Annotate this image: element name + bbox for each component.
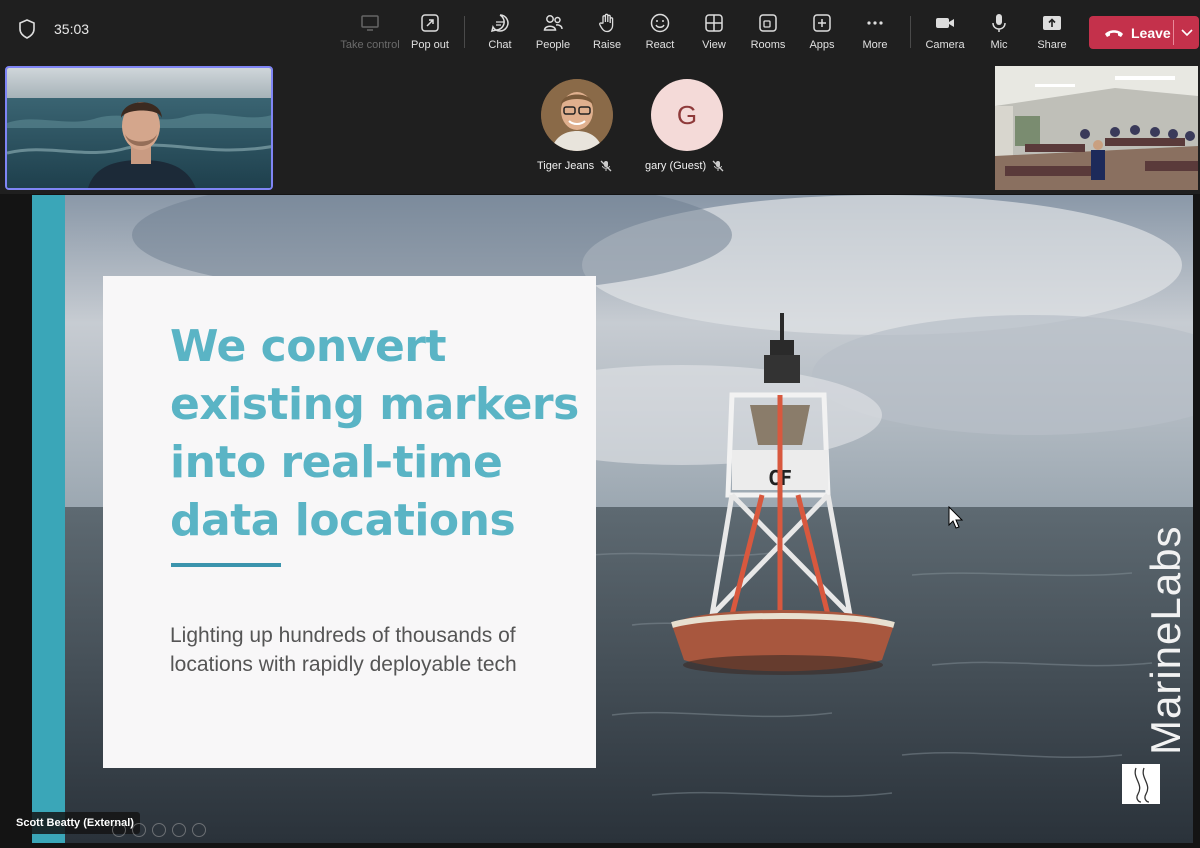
leave-button[interactable]: Leave — [1089, 16, 1199, 49]
camera-icon — [936, 18, 954, 28]
react-button[interactable]: React — [630, 12, 690, 51]
mouse-cursor-icon — [948, 506, 964, 529]
pop-out-button[interactable]: Pop out — [400, 12, 460, 51]
headline-underline — [171, 563, 281, 567]
control-icon[interactable] — [172, 823, 186, 837]
mic-off-icon — [600, 160, 612, 172]
slide-accent-bar — [32, 195, 65, 843]
chevron-down-icon[interactable] — [1177, 22, 1197, 42]
room-video-feed — [995, 66, 1198, 190]
mic-icon — [992, 14, 1006, 32]
meeting-info: 35:03 — [18, 19, 89, 39]
slide-headline: We convert existing markers into real-ti… — [170, 321, 579, 546]
more-icon — [867, 21, 883, 25]
chat-button[interactable]: Chat — [470, 12, 530, 51]
slide-text-card: We convert existing markers into real-ti… — [103, 276, 596, 768]
share-icon — [1043, 16, 1061, 30]
gary-guest-avatar[interactable]: G — [651, 79, 723, 151]
rooms-button[interactable]: Rooms — [738, 12, 798, 51]
tiger-jeans-avatar[interactable] — [541, 79, 613, 151]
apps-button[interactable]: Apps — [792, 12, 852, 51]
avatar-initial: G — [676, 99, 698, 130]
chat-icon — [490, 14, 509, 33]
more-button[interactable]: More — [845, 12, 905, 51]
conference-room-video-tile[interactable] — [995, 66, 1198, 190]
view-button[interactable]: View — [684, 12, 744, 51]
hang-up-icon — [1105, 29, 1123, 37]
plus-icon — [813, 14, 831, 32]
brand-logo-icon — [1122, 764, 1160, 804]
presentation-controls[interactable] — [112, 823, 206, 837]
control-icon[interactable] — [112, 823, 126, 837]
control-icon[interactable] — [192, 823, 206, 837]
wave-logo-icon — [1134, 767, 1150, 803]
shield-icon — [19, 19, 35, 39]
control-icon[interactable] — [152, 823, 166, 837]
grid-icon — [705, 14, 723, 32]
avatar-photo — [541, 79, 613, 151]
meeting-timer: 35:03 — [54, 21, 90, 37]
pop-out-icon — [421, 14, 439, 32]
leave-divider — [1173, 20, 1174, 45]
toolbar-divider — [910, 16, 911, 48]
participant-name-gary: gary (Guest) — [645, 160, 724, 172]
people-button[interactable]: People — [523, 12, 583, 51]
raise-hand-button[interactable]: Raise — [577, 12, 637, 51]
hand-icon — [599, 13, 614, 33]
brand-name: MarineLabs — [1142, 525, 1189, 755]
share-button[interactable]: Share — [1022, 12, 1082, 51]
presenter-video-feed — [7, 68, 271, 188]
smiley-icon — [650, 13, 670, 33]
mic-button[interactable]: Mic — [969, 12, 1029, 51]
camera-button[interactable]: Camera — [915, 12, 975, 51]
presenter-video-tile[interactable] — [5, 66, 273, 190]
brand-wordmark: MarineLabs — [1112, 526, 1189, 760]
control-icon[interactable] — [132, 823, 146, 837]
people-icon — [543, 15, 563, 31]
toolbar-divider — [464, 16, 465, 48]
meeting-toolbar: 35:03 Take control Pop out Chat People R… — [0, 0, 1200, 62]
take-control-button[interactable]: Take control — [340, 12, 400, 51]
rooms-icon — [759, 14, 777, 32]
take-control-icon — [361, 15, 379, 31]
participant-name-tiger: Tiger Jeans — [537, 160, 612, 172]
mic-off-icon — [712, 160, 724, 172]
slide-subtext: Lighting up hundreds of thousands of loc… — [170, 624, 517, 676]
